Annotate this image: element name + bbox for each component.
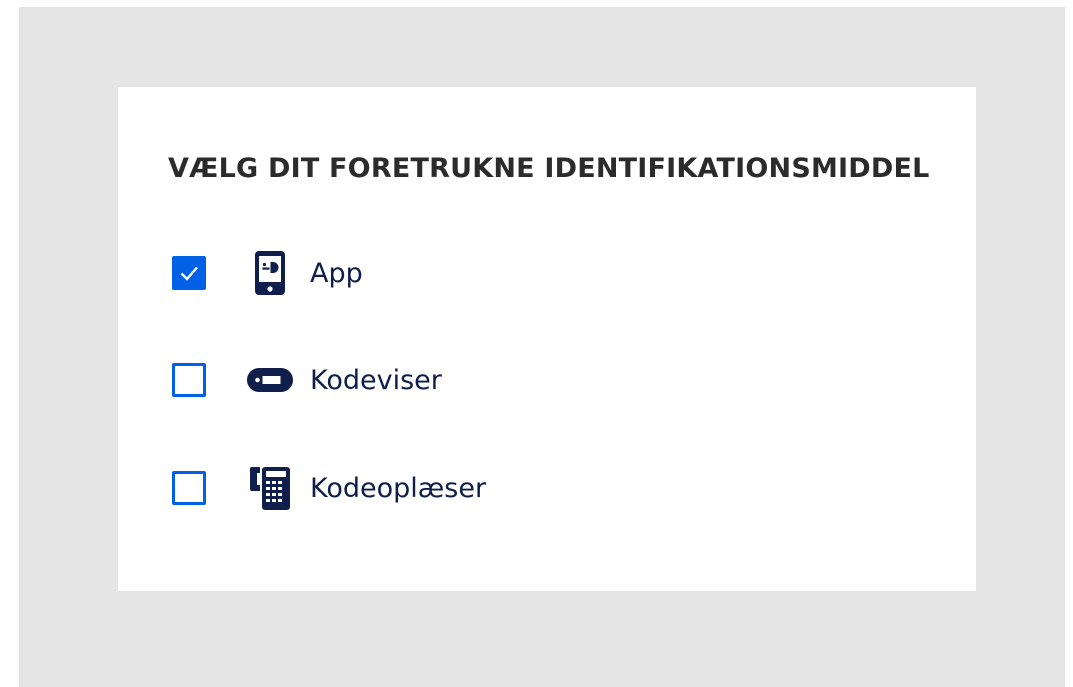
code-display-icon	[246, 356, 294, 404]
code-reader-icon	[246, 464, 294, 512]
page-title: VÆLG DIT FORETRUKNE IDENTIFIKATIONSMIDDE…	[168, 153, 930, 184]
checkmark-icon	[180, 266, 198, 281]
option-label: Kodeoplæser	[310, 472, 487, 504]
kodeoplaeser-checkbox[interactable]	[172, 471, 206, 505]
option-kodeoplaeser[interactable]: Kodeoplæser	[172, 462, 932, 514]
mobile-app-icon	[246, 249, 294, 297]
kodeviser-checkbox[interactable]	[172, 363, 206, 397]
selection-card: VÆLG DIT FORETRUKNE IDENTIFIKATIONSMIDDE…	[118, 87, 976, 591]
option-app[interactable]: App	[172, 247, 932, 299]
app-checkbox[interactable]	[172, 256, 206, 290]
option-kodeviser[interactable]: Kodeviser	[172, 354, 932, 406]
option-label: Kodeviser	[310, 364, 442, 396]
option-label: App	[310, 257, 363, 289]
